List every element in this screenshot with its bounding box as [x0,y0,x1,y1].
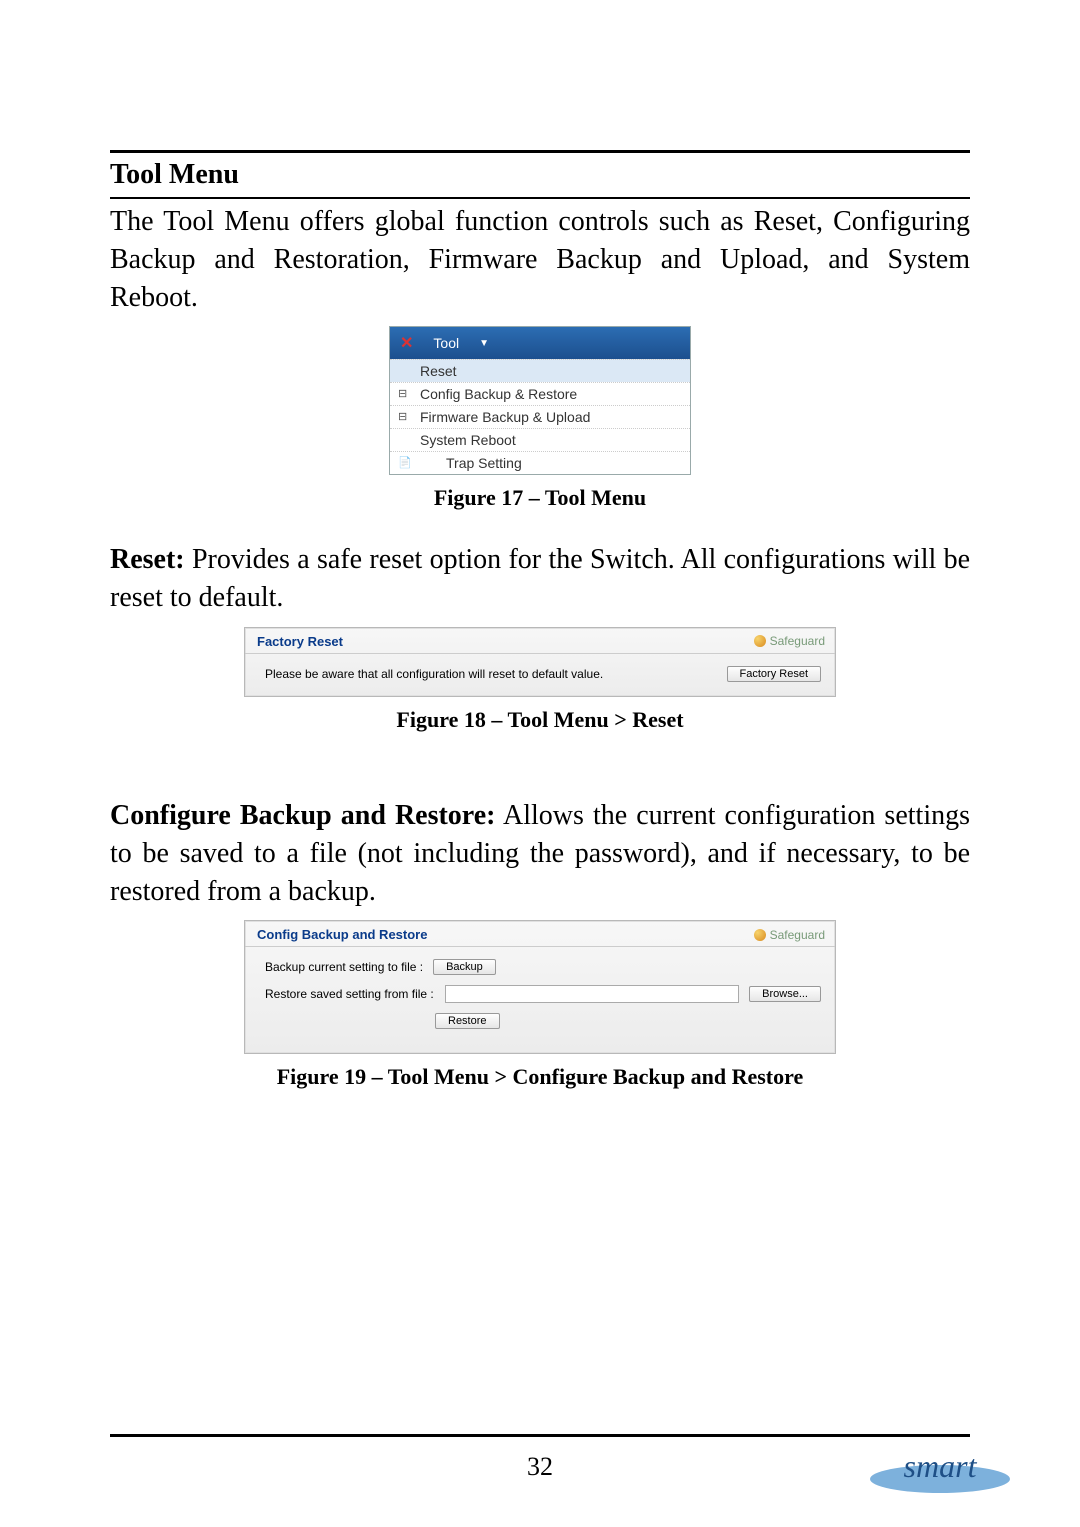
rule-top [110,150,970,153]
tool-icon: ✕ [400,333,413,353]
menu-item-reset[interactable]: Reset [390,359,690,382]
backup-row-label: Backup current setting to file : [265,960,423,974]
reset-warning: Please be aware that all configuration w… [265,667,603,681]
rule-under-title [110,197,970,199]
tree-branch-icon: ⊟ [398,410,412,424]
fig18-panel: Factory Reset Safeguard Please be aware … [244,627,836,697]
panel-body: Backup current setting to file : Backup … [245,947,835,1053]
menu-item-label: Reset [420,363,457,379]
safeguard-label: Safeguard [770,634,825,648]
fig18-caption: Figure 18 – Tool Menu > Reset [110,707,970,733]
restore-button[interactable]: Restore [435,1013,500,1029]
fig17-caption: Figure 17 – Tool Menu [110,485,970,511]
smart-logo: smart [860,1437,1020,1497]
panel-title: Config Backup and Restore [257,927,427,942]
menu-item-config-backup[interactable]: ⊟ Config Backup & Restore [390,382,690,405]
backup-paragraph: Configure Backup and Restore: Allows the… [110,797,970,910]
panel-header: Config Backup and Restore Safeguard [245,921,835,947]
footer-rule [110,1434,970,1437]
fig17-tool-menu: ✕ Tool ▼ Reset ⊟ Config Backup & Restore… [389,326,691,475]
backup-label: Configure Backup and Restore: [110,800,495,831]
restore-row-label: Restore saved setting from file : [265,987,435,1001]
tool-menu-label: Tool [433,335,459,351]
intro-paragraph: The Tool Menu offers global function con… [110,203,970,316]
browse-button[interactable]: Browse... [749,986,821,1002]
menu-item-label: Config Backup & Restore [420,386,577,402]
doc-icon: 📄 [398,456,412,470]
tool-menu-header[interactable]: ✕ Tool ▼ [390,327,690,359]
safeguard-badge: Safeguard [754,928,825,942]
backup-row: Backup current setting to file : Backup [265,959,821,975]
reset-text: Provides a safe reset option for the Swi… [110,544,970,613]
panel-body: Please be aware that all configuration w… [245,654,835,696]
menu-item-trap-setting[interactable]: 📄 Trap Setting [390,451,690,474]
factory-reset-button[interactable]: Factory Reset [727,666,821,682]
safeguard-badge: Safeguard [754,634,825,648]
menu-item-label: System Reboot [420,432,516,448]
panel-title: Factory Reset [257,634,343,649]
chevron-down-icon: ▼ [479,338,489,349]
section-title: Tool Menu [110,159,970,191]
backup-button[interactable]: Backup [433,959,496,975]
reset-label: Reset: [110,544,185,575]
fig19-caption: Figure 19 – Tool Menu > Configure Backup… [110,1064,970,1090]
restore-file-input[interactable] [445,985,739,1003]
restore-button-row: Restore [435,1013,821,1029]
safeguard-icon [754,929,766,941]
menu-item-firmware[interactable]: ⊟ Firmware Backup & Upload [390,405,690,428]
menu-item-label: Trap Setting [446,455,522,471]
page: Tool Menu The Tool Menu offers global fu… [0,0,1080,1527]
safeguard-icon [754,635,766,647]
safeguard-label: Safeguard [770,928,825,942]
tree-branch-icon: ⊟ [398,387,412,401]
menu-item-system-reboot[interactable]: System Reboot [390,428,690,451]
fig19-panel: Config Backup and Restore Safeguard Back… [244,920,836,1054]
tool-menu-list: Reset ⊟ Config Backup & Restore ⊟ Firmwa… [390,359,690,474]
reset-paragraph: Reset: Provides a safe reset option for … [110,541,970,617]
menu-item-label: Firmware Backup & Upload [420,409,590,425]
logo-text: smart [904,1448,978,1484]
restore-row: Restore saved setting from file : Browse… [265,985,821,1003]
panel-header: Factory Reset Safeguard [245,628,835,654]
